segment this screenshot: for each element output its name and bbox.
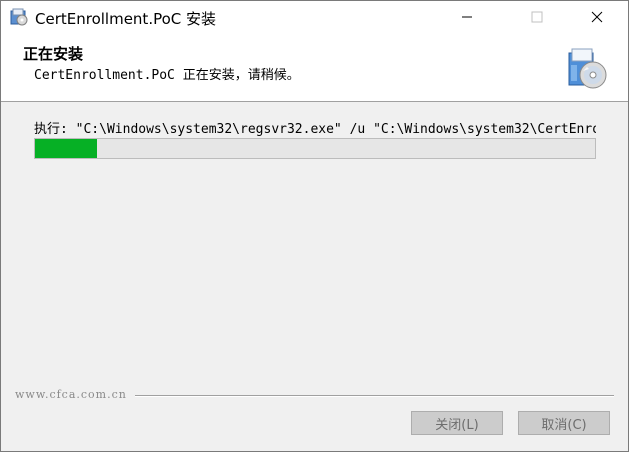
maximize-icon	[531, 11, 543, 23]
progress-fill	[35, 139, 97, 158]
page-title: 正在安装	[23, 45, 84, 63]
progress-bar	[34, 138, 596, 159]
installer-icon	[10, 8, 28, 26]
installer-window: CertEnrollment.PoC 安装 正在安装 CertEnrollmen…	[0, 0, 629, 452]
window-title: CertEnrollment.PoC 安装	[35, 10, 217, 28]
cancel-button[interactable]: 取消(C)	[518, 411, 610, 435]
title-bar[interactable]: CertEnrollment.PoC 安装	[1, 1, 628, 33]
minimize-button[interactable]	[444, 1, 490, 33]
install-cd-icon	[568, 48, 607, 89]
close-button[interactable]	[574, 1, 620, 33]
separator	[135, 395, 614, 397]
maximize-button[interactable]	[514, 1, 560, 33]
status-text: 执行: "C:\Windows\system32\regsvr32.exe" /…	[34, 122, 596, 137]
close-icon	[591, 11, 603, 23]
close-installer-button[interactable]: 关闭(L)	[411, 411, 503, 435]
minimize-icon	[462, 16, 472, 18]
brand-text: www.cfca.com.cn	[15, 388, 127, 401]
page-subtitle: CertEnrollment.PoC 正在安装，请稍候。	[34, 68, 300, 83]
header-banner: 正在安装 CertEnrollment.PoC 正在安装，请稍候。	[1, 33, 628, 102]
